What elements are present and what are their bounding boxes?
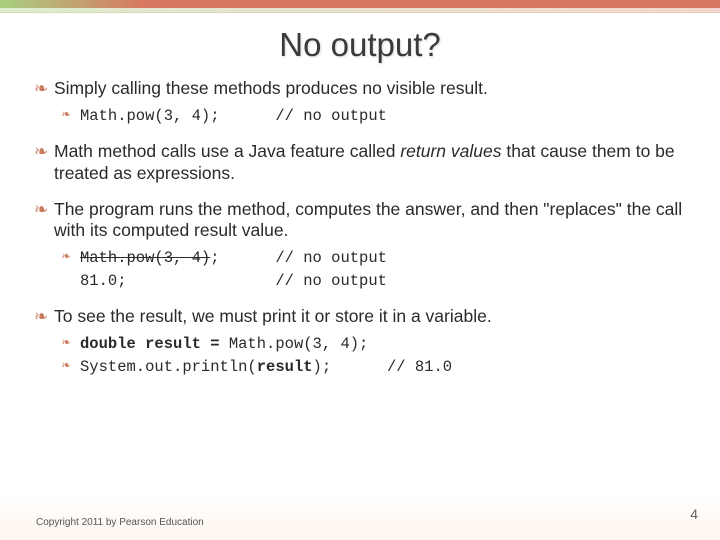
code-part: System.out.println( xyxy=(80,358,257,376)
bullet-4-sub: double result = Math.pow(3, 4); System.o… xyxy=(62,334,686,378)
bullet-4-code-1: double result = Math.pow(3, 4); xyxy=(62,334,686,355)
copyright-text: Copyright 2011 by Pearson Education xyxy=(36,517,204,528)
code-rest: ; // no output xyxy=(210,249,387,267)
bullet-2-term: return values xyxy=(400,141,501,161)
bullet-2: Math method calls use a Java feature cal… xyxy=(34,141,686,185)
bullet-1-text: Simply calling these methods produces no… xyxy=(54,78,488,98)
bullet-4: To see the result, we must print it or s… xyxy=(34,306,686,378)
code-strike: Math.pow(3, 4) xyxy=(80,249,210,267)
bullet-3-code-2: 81.0; // no output xyxy=(62,271,686,292)
bullet-3-text: The program runs the method, computes th… xyxy=(54,199,682,241)
slide-title: No output? xyxy=(34,26,686,64)
bullet-3-code-1: Math.pow(3, 4); // no output xyxy=(62,248,686,269)
code-bold: result xyxy=(257,358,313,376)
decorative-top-border xyxy=(0,0,720,8)
bullet-3: The program runs the method, computes th… xyxy=(34,199,686,293)
code-bold: double result = xyxy=(80,335,229,353)
code-rest: Math.pow(3, 4); xyxy=(229,335,369,353)
page-number: 4 xyxy=(690,506,698,522)
bullet-1-code: Math.pow(3, 4); // no output xyxy=(62,106,686,127)
bullet-1-sub: Math.pow(3, 4); // no output xyxy=(62,106,686,127)
bullet-4-code-2: System.out.println(result); // 81.0 xyxy=(62,357,686,378)
slide-content: No output? Simply calling these methods … xyxy=(0,8,720,378)
bullet-1: Simply calling these methods produces no… xyxy=(34,78,686,127)
code-rest: ); // 81.0 xyxy=(313,358,453,376)
bullet-2-pre: Math method calls use a Java feature cal… xyxy=(54,141,400,161)
bullet-4-text: To see the result, we must print it or s… xyxy=(54,306,492,326)
bullet-3-sub: Math.pow(3, 4); // no output 81.0; // no… xyxy=(62,248,686,292)
code-line: 81.0; // no output xyxy=(80,272,387,290)
code-line: Math.pow(3, 4); // no output xyxy=(80,107,387,125)
bullet-list: Simply calling these methods produces no… xyxy=(34,78,686,378)
